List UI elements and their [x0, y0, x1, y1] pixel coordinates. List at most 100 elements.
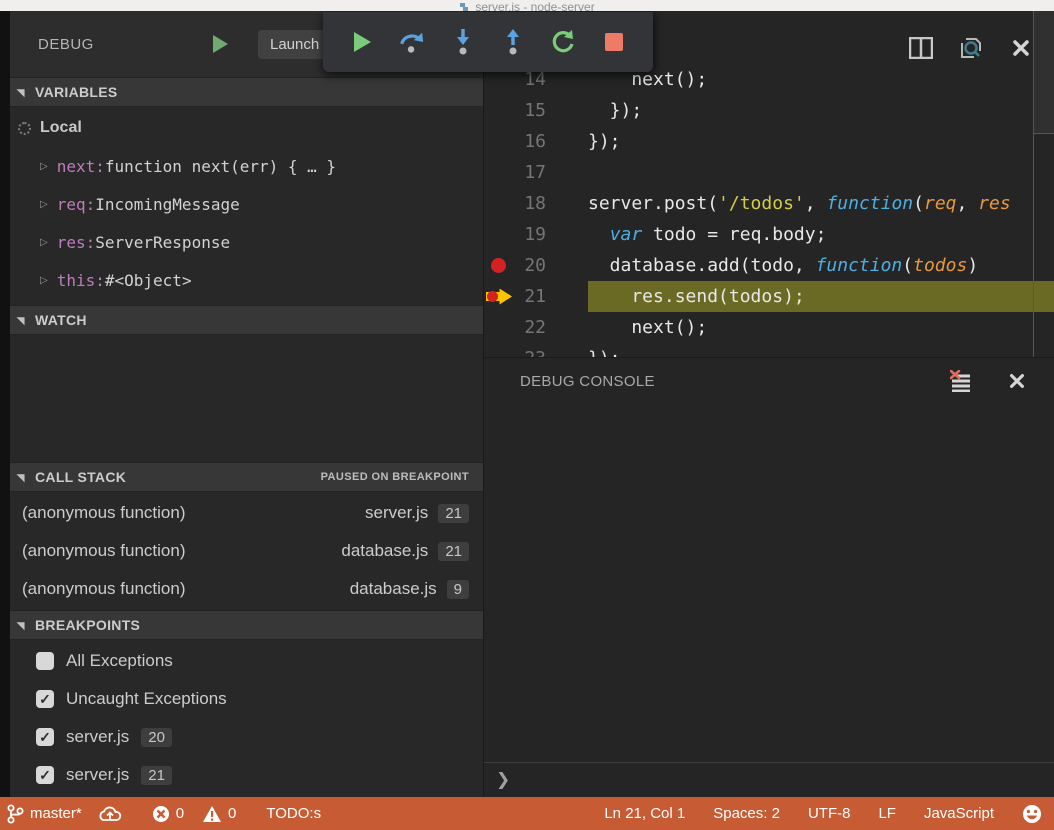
- variables-scope-row[interactable]: Local: [0, 109, 483, 147]
- variable-value: function next(err) { … }: [105, 157, 336, 176]
- code-line[interactable]: 22 next();: [484, 312, 1054, 343]
- git-branch-icon: [6, 804, 24, 824]
- file-icon: [459, 2, 469, 11]
- breakpoint-row[interactable]: ✓ Uncaught Exceptions: [0, 680, 483, 718]
- callstack-list: (anonymous function)server.js21(anonymou…: [0, 492, 483, 610]
- scope-label: Local: [40, 119, 82, 137]
- frame-line-badge: 21: [438, 542, 469, 561]
- language-mode-item[interactable]: JavaScript: [924, 805, 994, 822]
- code-line[interactable]: 18server.post('/todos', function(req, re…: [484, 188, 1054, 219]
- breakpoint-checkbox[interactable]: ✓: [36, 766, 54, 784]
- debug-console-input[interactable]: ❯: [484, 762, 1054, 797]
- breakpoint-row[interactable]: ✓server.js20: [0, 718, 483, 756]
- git-branch-item[interactable]: master*: [6, 804, 82, 824]
- code-line[interactable]: 23});: [484, 343, 1054, 357]
- breakpoint-row[interactable]: ✓server.js21: [0, 756, 483, 794]
- expand-arrow-icon[interactable]: ▷: [40, 275, 48, 286]
- breakpoint-checkbox[interactable]: ✓: [36, 728, 54, 746]
- breakpoints-section-header[interactable]: BREAKPOINTS: [0, 610, 483, 640]
- warning-icon: [202, 805, 222, 823]
- variable-value: ServerResponse: [95, 233, 230, 252]
- smiley-icon: [1022, 804, 1042, 824]
- breakpoints-header-label: BREAKPOINTS: [35, 617, 140, 633]
- breakpoints-list: All Exceptions✓Uncaught Exceptions✓serve…: [0, 640, 483, 797]
- expand-arrow-icon[interactable]: ▷: [40, 161, 48, 172]
- code-token: function: [826, 193, 913, 214]
- breakpoint-gutter[interactable]: [484, 258, 512, 273]
- breakpoint-label: Uncaught Exceptions: [66, 689, 227, 709]
- breakpoint-checkbox[interactable]: ✓: [36, 690, 54, 708]
- code-line[interactable]: 19 var todo = req.body;: [484, 219, 1054, 250]
- frame-location: database.js21: [341, 541, 469, 561]
- step-into-button[interactable]: [450, 28, 476, 56]
- code-line[interactable]: 16});: [484, 126, 1054, 157]
- variable-value: #<Object>: [105, 271, 192, 290]
- feedback-smiley-button[interactable]: [1022, 804, 1042, 824]
- breakpoint-icon: [491, 258, 506, 273]
- expand-arrow-icon[interactable]: ▷: [40, 237, 48, 248]
- clear-console-icon[interactable]: [948, 368, 974, 394]
- problems-item[interactable]: 0 0: [152, 805, 237, 823]
- variable-name: req:: [57, 195, 96, 214]
- warning-count: 0: [228, 805, 236, 822]
- eol-item[interactable]: LF: [878, 805, 896, 822]
- code-text: next();: [546, 69, 707, 90]
- code-token: ,: [957, 193, 979, 214]
- variable-row[interactable]: ▷this: #<Object>: [0, 261, 483, 299]
- breakpoint-row[interactable]: All Exceptions: [0, 642, 483, 680]
- breakpoint-checkbox[interactable]: [36, 652, 54, 670]
- line-number: 17: [512, 162, 546, 183]
- code-line[interactable]: 15 });: [484, 95, 1054, 126]
- watch-header-label: WATCH: [35, 312, 87, 328]
- frame-function-label: (anonymous function): [22, 503, 185, 523]
- todo-label: TODO:s: [266, 805, 321, 822]
- code-line[interactable]: 20 database.add(todo, function(todos): [484, 250, 1054, 281]
- callstack-frame-row[interactable]: (anonymous function) server.js21: [0, 494, 483, 532]
- indentation-item[interactable]: Spaces: 2: [713, 805, 780, 822]
- code-text: });: [546, 100, 642, 121]
- watch-section-header[interactable]: WATCH: [0, 305, 483, 335]
- eol-label: LF: [878, 805, 896, 822]
- callstack-frame-row[interactable]: (anonymous function)database.js9: [0, 570, 483, 608]
- breakpoint-label: server.js: [66, 727, 129, 747]
- debug-console-title: DEBUG CONSOLE: [520, 373, 655, 390]
- callstack-section-header[interactable]: CALL STACK PAUSED ON BREAKPOINT: [0, 462, 483, 492]
- code-token: (: [902, 255, 913, 276]
- start-debug-button[interactable]: [213, 35, 228, 53]
- code-token: var: [610, 224, 643, 245]
- code-line[interactable]: 17: [484, 157, 1054, 188]
- watch-list: [0, 335, 483, 462]
- breakpoint-label: All Exceptions: [66, 651, 173, 671]
- continue-button[interactable]: [349, 28, 375, 56]
- editor-scrollbar-slider[interactable]: [1033, 11, 1054, 134]
- variable-row[interactable]: ▷ res: ServerResponse: [0, 223, 483, 261]
- stop-button[interactable]: [601, 28, 627, 56]
- cursor-position-item[interactable]: Ln 21, Col 1: [604, 805, 685, 822]
- todo-item[interactable]: TODO:s: [266, 805, 321, 822]
- restart-button[interactable]: [550, 28, 576, 56]
- breakpoint-gutter[interactable]: [484, 288, 512, 306]
- expand-arrow-icon[interactable]: ▷: [40, 199, 48, 210]
- split-editor-button[interactable]: [908, 35, 934, 61]
- git-sync-button[interactable]: [98, 805, 122, 823]
- variable-row[interactable]: ▷req: IncomingMessage: [0, 185, 483, 223]
- encoding-label: UTF-8: [808, 805, 851, 822]
- line-number: 20: [512, 255, 546, 276]
- frame-location: server.js21: [365, 503, 469, 523]
- code-token: function: [816, 255, 903, 276]
- open-preview-button[interactable]: [958, 35, 984, 61]
- variable-row[interactable]: ▷next: function next(err) { … }: [0, 147, 483, 185]
- frame-file-label: database.js: [350, 579, 437, 599]
- launch-config-dropdown[interactable]: Launch: [258, 30, 331, 59]
- close-console-icon[interactable]: [1004, 368, 1030, 394]
- code-token: todo = req.body;: [642, 224, 826, 245]
- variable-name: res:: [57, 233, 96, 252]
- step-out-button[interactable]: [500, 28, 526, 56]
- encoding-item[interactable]: UTF-8: [808, 805, 851, 822]
- callstack-frame-row[interactable]: (anonymous function)database.js21: [0, 532, 483, 570]
- frame-line-badge: 21: [438, 504, 469, 523]
- variables-section-header[interactable]: VARIABLES: [0, 77, 483, 107]
- close-editor-button[interactable]: [1008, 35, 1034, 61]
- code-line[interactable]: 21 res.send(todos);: [484, 281, 1054, 312]
- step-over-button[interactable]: [399, 28, 425, 56]
